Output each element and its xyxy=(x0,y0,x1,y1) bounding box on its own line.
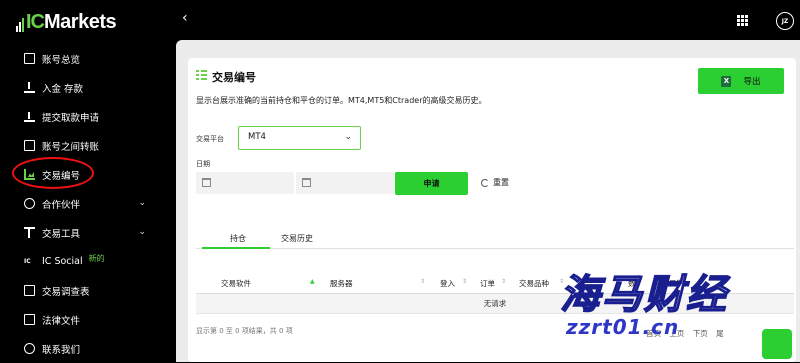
trade-number-card: 交易编号 显示台展示准确的当前持仓和平仓的订单。MT4,MT5和Ctrader的… xyxy=(188,58,796,362)
sidebar-item-label: 交易调查表 xyxy=(42,286,90,298)
partner-icon xyxy=(24,198,35,209)
chevron-down-icon: ⌄ xyxy=(138,198,146,208)
sidebar-item-deposit[interactable]: 入金 存款 xyxy=(0,73,168,102)
new-badge: 新的 xyxy=(88,254,105,263)
sidebar-menu: 账号总览 入金 存款 提交取款申请 账号之间转账 交易编号 合作伙伴 ⌄ 交易工… xyxy=(0,44,168,363)
sidebar-item-withdraw[interactable]: 提交取款申请 xyxy=(0,102,168,131)
page-next[interactable]: 下页 xyxy=(693,329,708,338)
sidebar-item-label: 提交取款申请 xyxy=(42,112,100,124)
active-tab-indicator xyxy=(202,247,270,249)
calendar-icon xyxy=(202,178,211,187)
deposit-icon xyxy=(24,82,35,93)
page-description: 显示台展示准确的当前持仓和平仓的订单。MT4,MT5和Ctrader的高级交易历… xyxy=(196,96,487,105)
legal-docs-icon xyxy=(24,314,35,325)
apps-grid-icon[interactable] xyxy=(737,15,748,26)
column-header[interactable]: 订单 xyxy=(480,278,495,289)
sidebar-item-trading-tools[interactable]: 交易工具 ⌄ xyxy=(0,218,168,247)
sidebar-item-label: 入金 存款 xyxy=(42,83,84,95)
logo-ic-text: IC xyxy=(26,11,45,33)
page-last[interactable]: 尾 xyxy=(716,329,724,338)
sidebar-item-label: 交易工具 xyxy=(42,228,81,240)
logo-bars-icon xyxy=(16,18,24,32)
red-highlight-circle xyxy=(12,157,94,189)
column-header[interactable]: 服务器 xyxy=(330,278,353,289)
account-overview-icon xyxy=(24,53,35,64)
avatar[interactable]: JZ xyxy=(776,12,794,30)
reset-button[interactable]: 重置 xyxy=(481,177,509,188)
sidebar: IC Markets 账号总览 入金 存款 提交取款申请 账号之间转账 交易编号… xyxy=(0,0,168,362)
table-header: 交易软件 ▲ 服务器 ⇕ 登入 ⇕ 订单 ⇕ 交易品种 ⇕ 数 开仓日期 xyxy=(196,272,794,294)
sidebar-item-transfer[interactable]: 账号之间转账 xyxy=(0,131,168,160)
excel-icon: X xyxy=(721,75,732,87)
column-header[interactable]: 交易品种 xyxy=(519,278,549,289)
sidebar-item-label: 联系我们 xyxy=(42,344,81,356)
chevron-down-icon: ⌄ xyxy=(138,227,146,237)
tabs: 持仓 交易历史 xyxy=(196,231,794,249)
topbar: ‹ JZ xyxy=(168,0,800,40)
calendar-icon xyxy=(302,178,311,187)
main-content: 交易编号 显示台展示准确的当前持仓和平仓的订单。MT4,MT5和Ctrader的… xyxy=(176,40,800,362)
table-empty-row: 无请求 xyxy=(196,294,794,314)
pagination: 首页 上页 下页 尾 xyxy=(646,328,730,339)
sidebar-item-label: 账号总览 xyxy=(42,54,81,66)
chat-button[interactable] xyxy=(762,329,792,359)
sort-asc-icon[interactable]: ▲ xyxy=(310,278,315,285)
sidebar-item-label: 法律文件 xyxy=(42,315,81,327)
table-info: 显示第 0 至 0 项结果，共 0 项 xyxy=(196,327,293,335)
date-to-input[interactable] xyxy=(296,172,394,194)
withdraw-icon xyxy=(24,111,35,122)
sidebar-item-account-overview[interactable]: 账号总览 xyxy=(0,44,168,73)
page-first[interactable]: 首页 xyxy=(646,329,661,338)
back-button[interactable]: ‹ xyxy=(182,10,188,26)
reset-label: 重置 xyxy=(493,178,509,187)
sidebar-item-legal-docs[interactable]: 法律文件 xyxy=(0,305,168,334)
ic-markets-logo[interactable]: IC Markets xyxy=(16,11,117,33)
sidebar-item-partner[interactable]: 合作伙伴 ⌄ xyxy=(0,189,168,218)
platform-value: MT4 xyxy=(248,132,266,142)
survey-icon xyxy=(24,285,35,296)
sort-icon[interactable]: ⇕ xyxy=(559,278,564,285)
tab-open-positions[interactable]: 持仓 xyxy=(230,233,246,244)
logo-markets-text: Markets xyxy=(44,11,117,33)
sidebar-item-label: 合作伙伴 xyxy=(42,199,81,211)
date-label: 日期 xyxy=(196,160,210,168)
column-header[interactable]: 数 xyxy=(628,278,636,289)
export-label: 导出 xyxy=(743,77,761,87)
date-from-input[interactable] xyxy=(196,172,294,194)
sidebar-item-survey[interactable]: 交易调查表 xyxy=(0,276,168,305)
apply-button[interactable]: 申请 xyxy=(395,172,468,195)
sidebar-item-label: IC Social xyxy=(42,256,83,267)
refresh-icon xyxy=(481,178,489,187)
platform-select[interactable]: MT4 ⌄ xyxy=(238,126,361,150)
trading-tools-icon xyxy=(24,227,35,238)
sidebar-item-label: 账号之间转账 xyxy=(42,141,100,153)
column-header[interactable]: 登入 xyxy=(440,278,455,289)
export-button[interactable]: X 导出 xyxy=(698,68,784,94)
tab-trade-history[interactable]: 交易历史 xyxy=(281,233,313,244)
column-header[interactable]: 开仓日期 xyxy=(654,278,684,289)
page-title: 交易编号 xyxy=(212,71,256,84)
sort-icon[interactable]: ⇕ xyxy=(462,278,467,285)
list-icon xyxy=(196,70,207,81)
chevron-down-icon: ⌄ xyxy=(344,132,352,142)
page-prev[interactable]: 上页 xyxy=(669,329,684,338)
column-header[interactable]: 交易软件 xyxy=(221,278,251,289)
sidebar-item-ic-social[interactable]: IC IC Social 新的 xyxy=(0,247,168,276)
ic-social-icon: IC xyxy=(24,258,31,265)
platform-label: 交易平台 xyxy=(196,135,224,143)
sort-icon[interactable]: ⇕ xyxy=(420,278,425,285)
sidebar-item-contact[interactable]: 联系我们 xyxy=(0,334,168,363)
sort-icon[interactable]: ⇕ xyxy=(501,278,506,285)
transfer-icon xyxy=(24,140,35,151)
contact-icon xyxy=(24,343,35,354)
